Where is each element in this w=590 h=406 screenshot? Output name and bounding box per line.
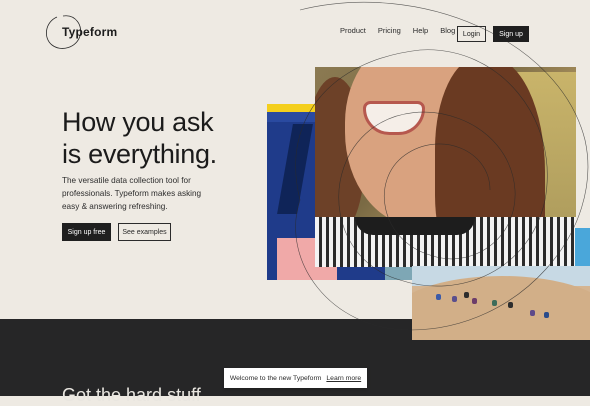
welcome-notice: Welcome to the new Typeform Learn more [224, 368, 367, 388]
see-examples-button[interactable]: See examples [118, 223, 171, 241]
nav-item-product[interactable]: Product [340, 26, 366, 35]
hero-headline-line2: is everything. [62, 139, 217, 169]
nav-item-help[interactable]: Help [413, 26, 428, 35]
typeform-logo[interactable]: Typeform [62, 25, 117, 39]
login-button[interactable]: Login [457, 26, 486, 42]
hero-headline-line1: How you ask [62, 107, 214, 137]
signup-button[interactable]: Sign up [493, 26, 529, 42]
desert-people-photo [412, 266, 590, 340]
learn-more-link[interactable]: Learn more [326, 375, 361, 382]
signup-free-button[interactable]: Sign up free [62, 223, 111, 241]
nav-item-pricing[interactable]: Pricing [378, 26, 401, 35]
page: Got the hard stuff Typeform Product Pric… [0, 0, 590, 405]
welcome-notice-text: Welcome to the new Typeform [229, 374, 322, 382]
nav-item-blog[interactable]: Blog [440, 26, 455, 35]
top-nav: Product Pricing Help Blog [340, 26, 467, 35]
hero-subtext: The versatile data collection tool for p… [62, 176, 202, 211]
collage-blue-edge [575, 228, 590, 266]
smiling-woman-photo [315, 67, 576, 267]
hero-headline: How you ask is everything. [62, 106, 217, 170]
